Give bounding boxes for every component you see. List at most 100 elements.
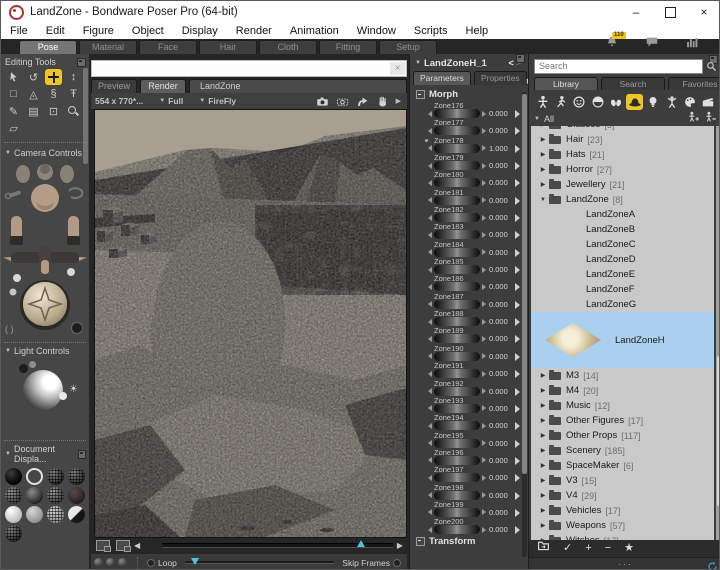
dial-menu-icon[interactable] xyxy=(515,457,520,465)
tab-preview[interactable]: Preview xyxy=(91,79,137,93)
dial-menu-icon[interactable] xyxy=(515,318,520,326)
expand-arrow-icon[interactable]: ▶ xyxy=(539,492,547,499)
expand-arrow-icon[interactable]: ▶ xyxy=(539,507,547,514)
library-item[interactable]: LandZoneE xyxy=(531,267,714,282)
collapse-box-icon[interactable] xyxy=(416,90,425,99)
library-folder[interactable]: ▶Vehicles[17] xyxy=(531,503,714,518)
room-tab-setup[interactable]: Setup xyxy=(379,40,437,54)
editing-tools-header[interactable]: Editing Tools xyxy=(1,54,89,69)
dial-value[interactable]: 0.000 xyxy=(489,265,513,274)
dial-decrement-icon[interactable] xyxy=(428,388,432,394)
dial-slider[interactable] xyxy=(434,387,480,396)
export-render-icon[interactable] xyxy=(356,95,369,108)
expand-arrow-icon[interactable]: ▶ xyxy=(539,462,547,469)
minimize-button[interactable]: – xyxy=(619,1,653,23)
dial-menu-icon[interactable] xyxy=(515,440,520,448)
panel-menu-icon[interactable] xyxy=(78,450,86,459)
library-tab-favorites[interactable]: Favorites xyxy=(668,77,720,90)
dial-menu-icon[interactable] xyxy=(515,353,520,361)
dial-increment-icon[interactable] xyxy=(482,336,486,342)
lights-icon[interactable] xyxy=(645,94,662,110)
hair-icon[interactable] xyxy=(589,94,606,110)
dial-increment-icon[interactable] xyxy=(482,284,486,290)
left-panel-scrollbar[interactable] xyxy=(83,68,88,164)
expand-arrow-icon[interactable]: ▼ xyxy=(539,197,547,203)
frame-forward-icon[interactable]: ▶ xyxy=(393,541,407,550)
dial-decrement-icon[interactable] xyxy=(428,163,432,169)
display-style-13[interactable] xyxy=(5,525,22,542)
dial-decrement-icon[interactable] xyxy=(428,267,432,273)
playback-sphere[interactable] xyxy=(106,558,115,567)
room-tab-material[interactable]: Material xyxy=(79,40,137,54)
timeline-marker[interactable] xyxy=(357,540,365,547)
display-style-10[interactable] xyxy=(26,506,43,523)
dial-menu-icon[interactable] xyxy=(515,110,520,118)
library-folder[interactable]: ▶Music[12] xyxy=(531,398,714,413)
dial-menu-icon[interactable] xyxy=(515,526,520,534)
library-filter-label[interactable]: All xyxy=(544,114,554,124)
dial-increment-icon[interactable] xyxy=(482,527,486,533)
library-item[interactable]: LandZoneA xyxy=(531,207,714,222)
dial-decrement-icon[interactable] xyxy=(428,197,432,203)
camera-controls-widget[interactable]: ( ) xyxy=(1,160,89,338)
dial-increment-icon[interactable] xyxy=(482,215,486,221)
library-folder[interactable]: ▶Scenery[185] xyxy=(531,443,714,458)
dial-menu-icon[interactable] xyxy=(515,249,520,257)
dial-decrement-icon[interactable] xyxy=(428,284,432,290)
translate-inout-tool[interactable]: ↕ xyxy=(65,69,82,85)
expression-icon[interactable] xyxy=(571,94,588,110)
dial-slider[interactable] xyxy=(434,439,480,448)
dial-increment-icon[interactable] xyxy=(482,353,486,359)
twist-tool[interactable]: Ŧ xyxy=(65,86,82,102)
dial-slider[interactable] xyxy=(434,491,480,500)
notifications-bell-icon[interactable]: 110 xyxy=(605,35,619,54)
display-style-12[interactable] xyxy=(68,506,85,523)
dial-decrement-icon[interactable] xyxy=(428,440,432,446)
dial-slider[interactable] xyxy=(434,473,480,482)
add-figure-icon[interactable] xyxy=(687,110,700,128)
taper-tool[interactable]: ◬ xyxy=(25,86,42,102)
dial-value[interactable]: 0.000 xyxy=(489,439,513,448)
display-style-5[interactable] xyxy=(5,487,22,504)
dial-decrement-icon[interactable] xyxy=(428,371,432,377)
sun-icon[interactable]: ☀ xyxy=(69,384,78,395)
dial-value[interactable]: 0.000 xyxy=(489,178,513,187)
direct-manipulation-tool[interactable]: ▱ xyxy=(5,120,22,136)
dial-value[interactable]: 0.000 xyxy=(489,109,513,118)
dial-value[interactable]: 0.000 xyxy=(489,421,513,430)
expand-arrow-icon[interactable]: ▶ xyxy=(539,181,547,188)
dial-menu-icon[interactable] xyxy=(515,197,520,205)
tab-properties[interactable]: Properties xyxy=(474,71,527,85)
stats-icon[interactable] xyxy=(685,35,699,54)
dial-decrement-icon[interactable] xyxy=(428,492,432,498)
dial-increment-icon[interactable] xyxy=(482,145,486,151)
library-folder[interactable]: ▶Hats[21] xyxy=(531,147,714,162)
dial-value[interactable]: 0.000 xyxy=(489,334,513,343)
dial-menu-icon[interactable] xyxy=(515,127,520,135)
dial-menu-icon[interactable] xyxy=(515,231,520,239)
expand-arrow-icon[interactable]: ▶ xyxy=(539,402,547,409)
expand-arrow-icon[interactable]: ▶ xyxy=(539,522,547,529)
room-tab-fitting[interactable]: Fitting xyxy=(319,40,377,54)
room-tab-pose[interactable]: Pose xyxy=(19,40,77,54)
library-item[interactable]: LandZoneB xyxy=(531,222,714,237)
display-style-1[interactable] xyxy=(5,468,22,485)
expand-arrow-icon[interactable]: ▶ xyxy=(539,447,547,454)
dial-decrement-icon[interactable] xyxy=(428,232,432,238)
add-button[interactable]: + xyxy=(585,540,591,557)
menu-object[interactable]: Object xyxy=(123,25,173,37)
library-folder[interactable]: ▶Jewellery[21] xyxy=(531,177,714,192)
collapse-box-icon[interactable] xyxy=(416,537,425,546)
light-controls-widget[interactable]: ☀ xyxy=(1,358,89,436)
apply-button[interactable]: ✓ xyxy=(563,540,572,557)
maximize-button[interactable] xyxy=(653,1,687,23)
menu-file[interactable]: File xyxy=(1,25,37,37)
grouping-tool[interactable]: ▤ xyxy=(25,103,42,119)
library-folder[interactable]: ▶Witches[17] xyxy=(531,533,714,540)
dial-slider[interactable] xyxy=(434,144,480,153)
dial-menu-icon[interactable] xyxy=(515,405,520,413)
light-indicator-dark[interactable] xyxy=(19,364,28,373)
dial-increment-icon[interactable] xyxy=(482,475,486,481)
dial-decrement-icon[interactable] xyxy=(428,475,432,481)
dial-slider[interactable] xyxy=(434,300,480,309)
